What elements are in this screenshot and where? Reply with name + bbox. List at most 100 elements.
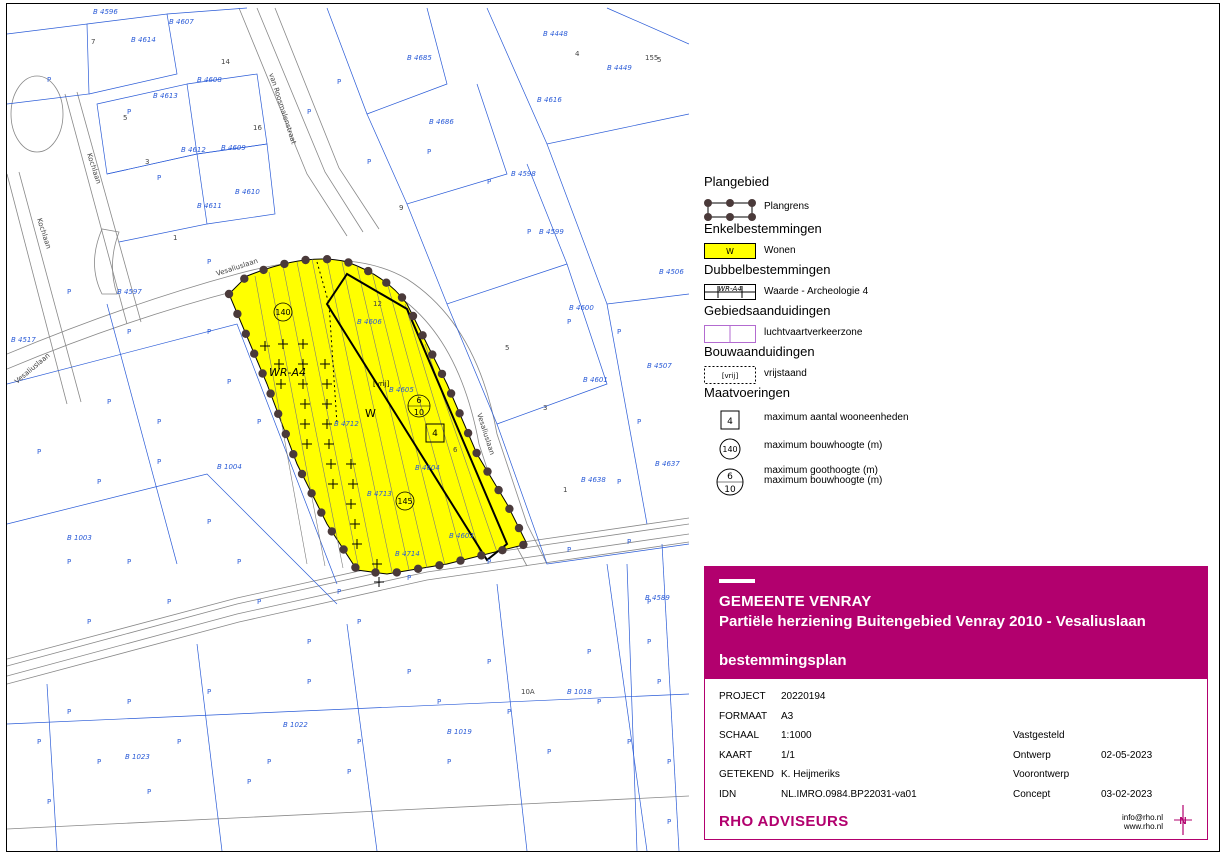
p-marker: P [627, 538, 631, 546]
field-key: SCHAAL [719, 730, 760, 741]
plangrens-dot [505, 504, 514, 513]
p-marker: P [547, 748, 551, 756]
plangrens-dot [435, 561, 444, 570]
plangrens-dot [472, 448, 481, 458]
plangrens-dot [463, 428, 473, 438]
parcel-label: B 4507 [647, 362, 672, 370]
p-marker: P [507, 708, 511, 716]
legend-item-label: luchtvaartverkeerzone [764, 328, 862, 338]
plangrens-dot [233, 309, 242, 319]
plangrens-dot [477, 551, 486, 560]
legend-section-title: Gebiedsaanduidingen [704, 303, 831, 318]
plan-height-145: 145 [397, 497, 412, 506]
plan-archeo-label: WR-A4 [269, 366, 306, 379]
p-marker: P [647, 598, 651, 606]
plangrens-dot [397, 293, 407, 302]
legend-symbol-vrij: [vrij] [704, 366, 756, 384]
p-marker: P [47, 76, 51, 84]
plangrens-dot [258, 369, 267, 378]
plangrens-dot [301, 255, 310, 265]
field-key: IDN [719, 788, 737, 800]
p-marker: P [167, 598, 171, 606]
house-number: 6 [453, 446, 458, 454]
p-marker: P [127, 328, 131, 336]
legend-label-text: vrijstaand [764, 368, 807, 379]
p-marker: P [67, 708, 71, 716]
p-marker: P [207, 688, 211, 696]
parcel-label: B 4597 [117, 288, 142, 296]
plangrens-dot [498, 546, 507, 555]
parcel-label: B 4600 [569, 304, 594, 312]
plan-units-4: 4 [432, 429, 438, 439]
plangrens-dot [289, 450, 298, 459]
svg-text:W: W [726, 247, 734, 256]
status-date: 03-02-2023 [1101, 788, 1153, 800]
svg-text:140: 140 [722, 445, 737, 454]
legend-label-text: maximum aantal wooneenheden [764, 412, 909, 423]
legend-item: luchtvaartverkeerzone [704, 322, 1034, 344]
svg-text:6: 6 [727, 472, 733, 482]
plangrens-dot [494, 485, 503, 495]
legend-item: [vrij] vrijstaand [704, 363, 1034, 385]
status-date: 02-05-2023 [1101, 749, 1153, 761]
plangrens-dot [428, 350, 437, 359]
p-marker: P [237, 558, 241, 566]
p-marker: P [267, 758, 271, 766]
plangrens-dot [322, 255, 332, 264]
legend-symbol-circle: 140 [704, 438, 756, 460]
p-marker: P [617, 478, 621, 486]
parcel-label: B 4685 [407, 54, 432, 62]
parcel-label: B 4606 [357, 318, 382, 326]
brand-bar [719, 579, 755, 583]
plangrens-dot [266, 389, 275, 398]
house-number: 16 [253, 124, 262, 132]
house-number: 12 [373, 300, 382, 308]
house-number: 10A [521, 688, 535, 696]
plangrens-dot [437, 369, 447, 379]
p-marker: P [487, 558, 491, 566]
p-marker: P [357, 738, 361, 746]
title-block: GEMEENTE VENRAY Partiële herziening Buit… [704, 566, 1208, 840]
p-marker: P [127, 108, 131, 116]
svg-text:4: 4 [727, 417, 733, 427]
plangrens-dot [250, 349, 259, 358]
parcel-label: B 4611 [197, 202, 222, 210]
parcel-label: B 1023 [125, 753, 150, 761]
p-marker: P [337, 78, 341, 86]
parcel-label: B 4713 [367, 490, 392, 498]
parcel-label: B 4599 [539, 228, 564, 236]
p-marker: P [157, 418, 161, 426]
plangrens-dot [418, 331, 427, 340]
legend-item-label: vrijstaand [764, 369, 807, 379]
field-value: A3 [781, 710, 794, 722]
p-marker: P [487, 658, 491, 666]
parcel-label: B 4610 [235, 188, 260, 196]
plangrens-dot [514, 523, 524, 533]
parcel-label: B 1003 [67, 534, 92, 542]
legend-item: 140 maximum bouwhoogte (m) [704, 432, 1034, 460]
house-number: 1 [563, 486, 567, 494]
parcel-label: B 4607 [169, 18, 194, 26]
p-marker: P [567, 546, 571, 554]
plangrens-dot [280, 259, 289, 269]
parcel-label: B 4605 [389, 386, 414, 394]
parcel-label: B 1004 [217, 463, 242, 471]
parcel-label: B 1018 [567, 688, 592, 696]
plangrens-dot [339, 545, 348, 554]
legend-symbol-plangrens [704, 199, 756, 221]
parcel-label: B 4601 [583, 376, 608, 384]
north-label: N [1179, 816, 1186, 827]
legend-item-label: maximum bouwhoogte (m) [764, 441, 882, 451]
legend-section-title: Maatvoeringen [704, 385, 790, 400]
plangrens-dot [392, 568, 401, 577]
parcel-label: B 4598 [511, 170, 536, 178]
legend-label-text: Plangrens [764, 201, 810, 212]
p-marker: P [157, 174, 161, 182]
p-marker: P [357, 618, 361, 626]
map-canvas[interactable]: 140 WR-A4 [vrij] W 6 10 4 145 B 4596 B 46… [7, 4, 689, 851]
plangrens-dot [408, 311, 418, 321]
p-marker: P [127, 698, 131, 706]
p-marker: P [347, 768, 351, 776]
legend-item-label: Wonen [764, 246, 796, 256]
legend-section-title: Plangebied [704, 174, 770, 189]
